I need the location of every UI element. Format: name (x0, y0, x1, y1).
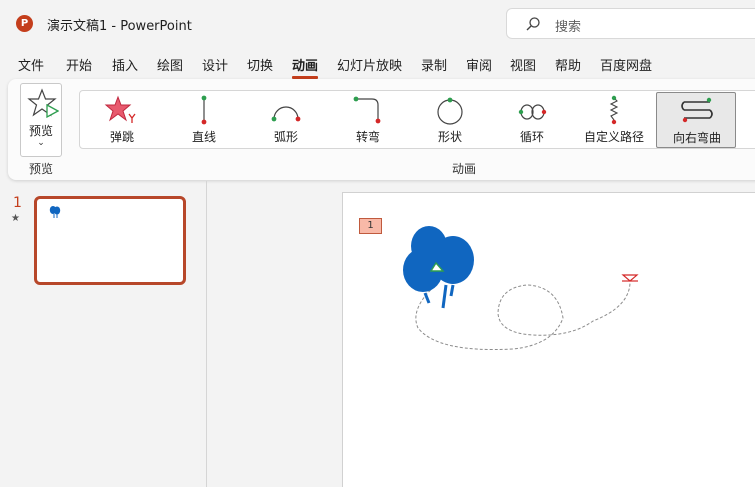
ribbon-tabs: 文件 开始 插入 绘图 设计 切换 动画 幻灯片放映 录制 审阅 视图 帮助 百… (0, 50, 755, 79)
slide-canvas[interactable]: 1 (342, 192, 755, 487)
anim-label: 自定义路径 (583, 130, 644, 144)
anim-loop[interactable]: 循环 (492, 92, 572, 148)
balloon-thumbnail-icon (49, 206, 61, 218)
anim-bounce[interactable]: 弹跳 (82, 92, 162, 148)
tab-slideshow[interactable]: 幻灯片放映 (337, 55, 402, 74)
tab-baidu-netdisk[interactable]: 百度网盘 (600, 55, 652, 74)
tab-help[interactable]: 帮助 (555, 55, 581, 74)
anim-label: 循环 (519, 130, 544, 144)
tab-home[interactable]: 开始 (66, 55, 92, 74)
bounce-star-icon (104, 95, 136, 123)
preview-group-label: 预览 (28, 162, 53, 176)
tab-animations[interactable]: 动画 (292, 55, 319, 79)
search-placeholder[interactable]: 搜索 (555, 16, 581, 35)
tab-draw[interactable]: 绘图 (157, 55, 183, 74)
tab-transitions[interactable]: 切换 (247, 55, 273, 74)
animation-gallery: 弹跳 直线 弧形 转弯 形状 循环 自定义路径 向右弯曲 (79, 90, 755, 149)
anim-arc[interactable]: 弧形 (246, 92, 326, 148)
anim-label: 向右弯曲 (672, 131, 721, 145)
tab-insert[interactable]: 插入 (112, 55, 138, 74)
animation-group-label: 动画 (452, 162, 477, 176)
tab-record[interactable]: 录制 (421, 55, 447, 74)
tab-design[interactable]: 设计 (202, 55, 228, 74)
anim-line[interactable]: 直线 (164, 92, 244, 148)
animation-marker-icon: ★ (11, 213, 20, 224)
curvy-right-icon (681, 97, 713, 123)
anim-label: 形状 (437, 130, 462, 144)
ribbon-panel: 预览 ⌄ 预览 弹跳 直线 弧形 转弯 形状 循环 自定义路径 向右弯曲 动画 (8, 79, 755, 180)
custom-path-icon (609, 95, 619, 125)
anim-label: 弧形 (273, 130, 298, 144)
animation-order-tag[interactable]: 1 (359, 218, 382, 234)
anim-custom-path[interactable]: 自定义路径 (574, 92, 654, 148)
slide-thumbnail[interactable] (34, 196, 186, 285)
shape-path-icon (437, 97, 463, 125)
anim-label: 转弯 (355, 130, 380, 144)
search-box[interactable]: 搜索 (506, 8, 755, 39)
tab-view[interactable]: 视图 (510, 55, 536, 74)
line-path-icon (201, 95, 207, 125)
preview-star-icon (27, 88, 59, 118)
anim-label: 弹跳 (109, 130, 134, 144)
chevron-down-icon[interactable]: ⌄ (21, 138, 61, 148)
slide-number: 1 (13, 195, 22, 211)
tab-review[interactable]: 审阅 (466, 55, 492, 74)
anim-turn[interactable]: 转弯 (328, 92, 408, 148)
title-bar: P 演示文稿1 - PowerPoint 搜索 (0, 0, 755, 46)
document-title: 演示文稿1 - PowerPoint (47, 19, 192, 34)
tab-file[interactable]: 文件 (18, 55, 44, 74)
pane-divider[interactable] (206, 181, 207, 487)
preview-button[interactable]: 预览 ⌄ (20, 83, 62, 157)
powerpoint-logo-icon: P (16, 15, 33, 32)
anim-label: 直线 (191, 130, 216, 144)
anim-shape[interactable]: 形状 (410, 92, 490, 148)
loop-path-icon (518, 104, 547, 120)
turn-path-icon (353, 96, 381, 124)
preview-label: 预览 (28, 124, 53, 138)
search-icon (526, 17, 540, 31)
arc-path-icon (271, 106, 301, 122)
anim-curvy-right[interactable]: 向右弯曲 (656, 92, 736, 148)
balloons-image[interactable] (401, 223, 481, 313)
